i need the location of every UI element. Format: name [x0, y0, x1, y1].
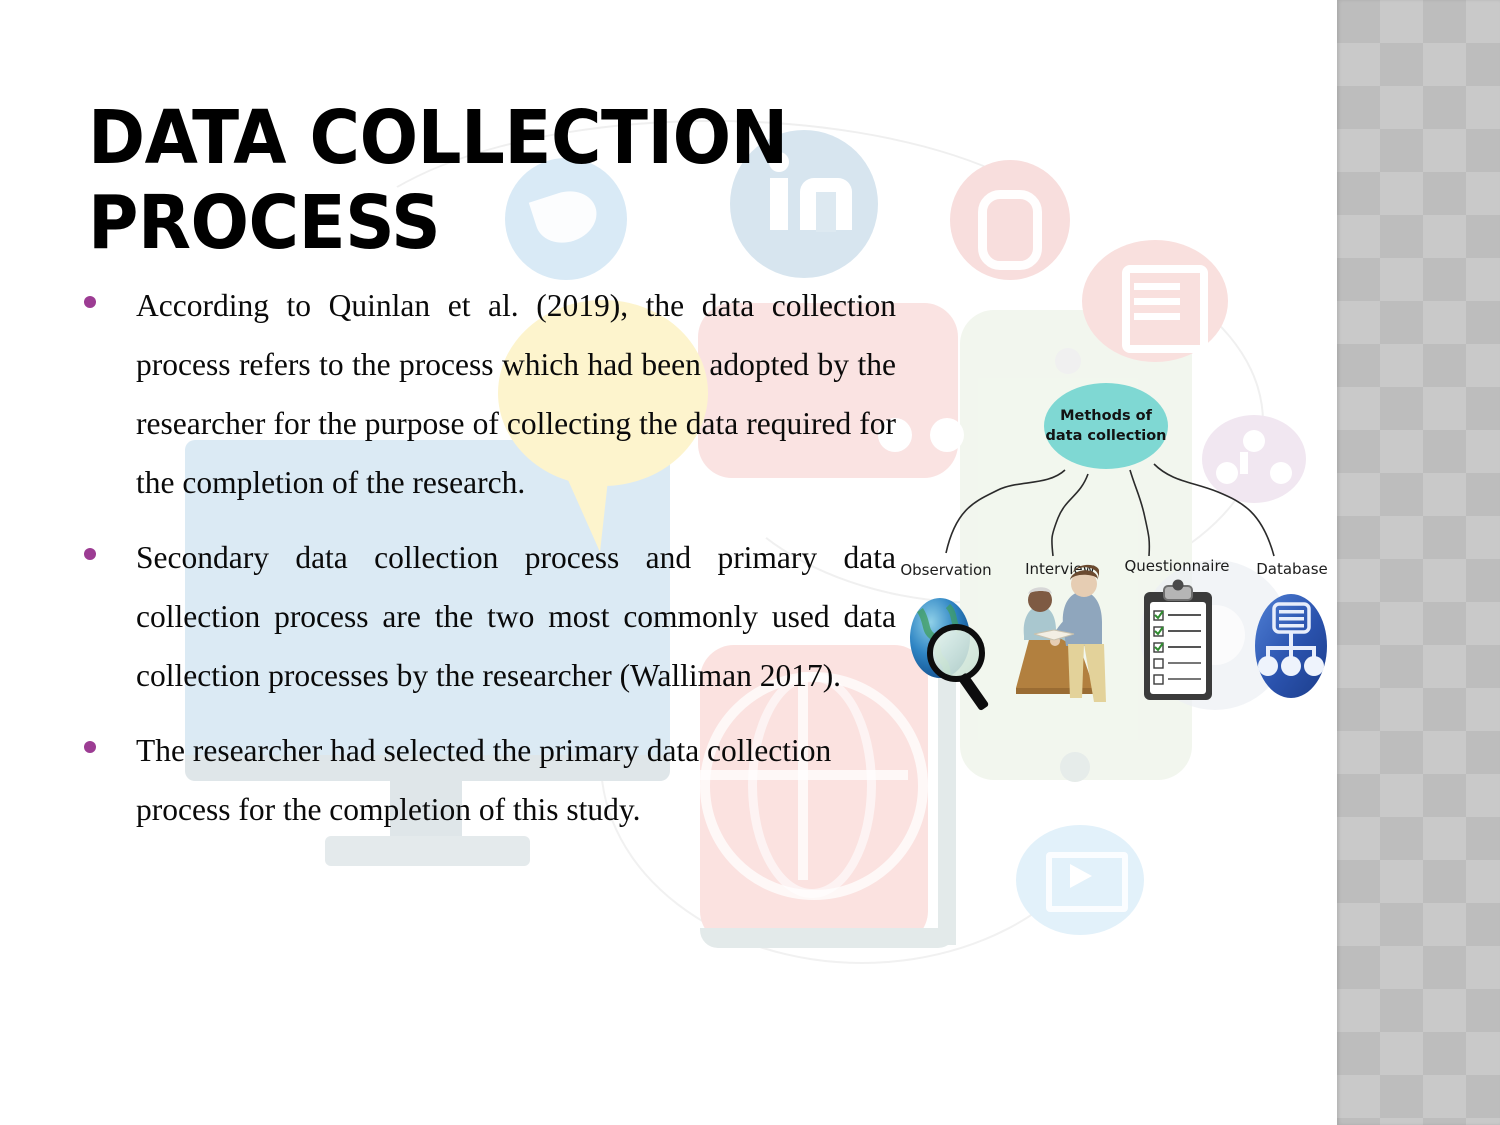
bullet-text: The researcher had selected the primary …	[136, 733, 832, 827]
phone-home-button	[1060, 752, 1090, 782]
list-item: The researcher had selected the primary …	[84, 721, 896, 839]
globe-magnifier-icon	[910, 598, 989, 711]
bullet-text: Secondary data collection process and pr…	[136, 540, 896, 693]
bullet-dot-icon	[84, 548, 96, 560]
note-line	[1134, 283, 1180, 290]
diagram-label-observation: Observation	[900, 561, 991, 579]
note-line	[1134, 298, 1180, 305]
diagram-label-questionnaire: Questionnaire	[1124, 557, 1229, 575]
bullet-dot-icon	[84, 741, 96, 753]
note-page	[1122, 265, 1208, 353]
bullet-dot-icon	[84, 296, 96, 308]
diagram-label-database: Database	[1256, 560, 1328, 578]
database-oval-icon	[1255, 594, 1327, 698]
bullet-text: According to Quinlan et al. (2019), the …	[136, 288, 896, 500]
bullet-list: According to Quinlan et al. (2019), the …	[84, 276, 896, 855]
data-collection-methods-diagram: Methods of data collection Observation I…	[898, 378, 1336, 740]
slide-title: DATA COLLECTION PROCESS	[88, 94, 788, 267]
tablet-frame	[700, 928, 956, 948]
googleplus-glyph	[978, 190, 1042, 270]
list-item: Secondary data collection process and pr…	[84, 528, 896, 705]
play-triangle	[1070, 864, 1092, 888]
diagram-center-line1: Methods of	[1060, 408, 1152, 424]
right-decorative-strip	[1337, 0, 1500, 1125]
decorative-dot	[1055, 348, 1081, 374]
note-line	[1134, 313, 1180, 320]
presentation-slide: DATA COLLECTION PROCESS According to Qui…	[0, 0, 1500, 1125]
clipboard-checklist-icon	[1144, 579, 1212, 700]
list-item: According to Quinlan et al. (2019), the …	[84, 276, 896, 512]
diagram-center-line2: data collection	[1045, 428, 1166, 444]
